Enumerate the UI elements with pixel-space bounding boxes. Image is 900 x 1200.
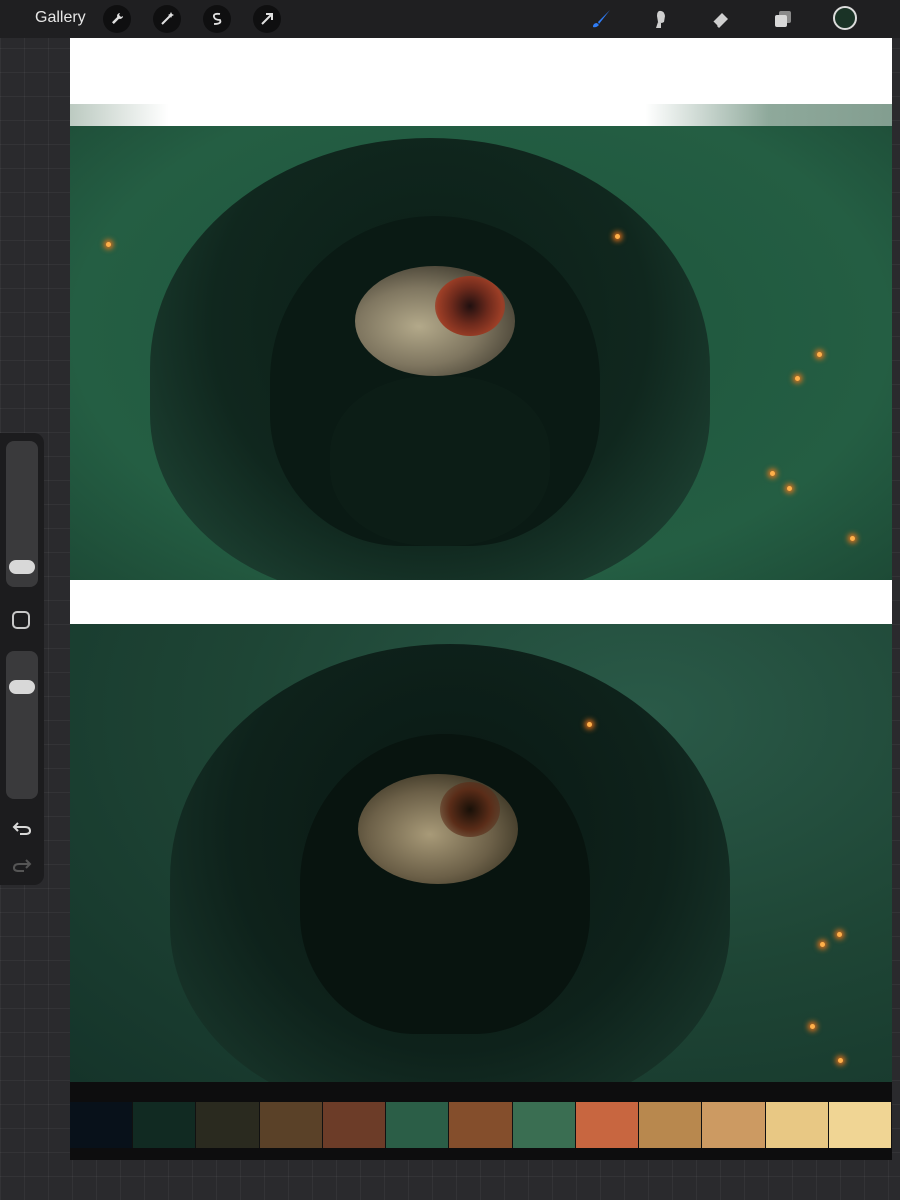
color-palette (70, 1102, 892, 1148)
palette-swatch (196, 1102, 260, 1148)
ember (787, 486, 792, 491)
smudge-icon (656, 10, 665, 28)
ember (820, 942, 825, 947)
undo-icon (12, 822, 32, 835)
ember (587, 722, 592, 727)
gallery-button[interactable]: Gallery (35, 9, 86, 27)
modify-button[interactable] (12, 611, 30, 629)
transform-arrow-icon (261, 13, 273, 25)
selection-icon (212, 12, 222, 25)
palette-swatch (259, 1102, 323, 1148)
ember (106, 242, 111, 247)
palette-swatch (449, 1102, 513, 1148)
redo-button[interactable] (10, 853, 34, 877)
brush-size-slider[interactable] (6, 441, 38, 587)
layers-icon (775, 11, 791, 27)
palette-swatch (70, 1102, 134, 1148)
brush-button[interactable] (587, 5, 615, 33)
hooded-figure-photo (70, 624, 892, 1082)
ember (615, 234, 620, 239)
brush-size-thumb[interactable] (9, 560, 35, 574)
sidebar (0, 433, 44, 885)
color-picker-button[interactable] (833, 6, 857, 30)
palette-swatch (322, 1102, 387, 1148)
smudge-button[interactable] (647, 5, 675, 33)
ember (837, 932, 842, 937)
palette-swatch (828, 1102, 892, 1148)
palette-swatch (386, 1102, 450, 1148)
magic-wand-icon (161, 12, 174, 25)
layers-button[interactable] (769, 5, 797, 33)
ember (850, 536, 855, 541)
drawing-canvas[interactable] (70, 38, 892, 1160)
ember (810, 1024, 815, 1029)
ember (817, 352, 822, 357)
undo-button[interactable] (10, 816, 34, 840)
canvas-blank-area-middle (70, 580, 892, 624)
eraser-icon (712, 13, 728, 28)
transform-button[interactable] (253, 5, 281, 33)
opacity-slider[interactable] (6, 651, 38, 799)
ember (838, 1058, 843, 1063)
opacity-thumb[interactable] (9, 680, 35, 694)
hooded-figure-painting (70, 126, 892, 580)
actions-button[interactable] (103, 5, 131, 33)
palette-swatch (639, 1102, 703, 1148)
ember (770, 471, 775, 476)
adjustments-button[interactable] (153, 5, 181, 33)
brush-icon (593, 10, 610, 28)
palette-swatch (702, 1102, 766, 1148)
canvas-blank-area-top (70, 38, 892, 126)
eraser-button[interactable] (707, 5, 735, 33)
palette-swatch (133, 1102, 197, 1148)
wrench-icon (112, 13, 123, 24)
palette-swatch (512, 1102, 576, 1148)
selection-button[interactable] (203, 5, 231, 33)
palette-swatch (575, 1102, 640, 1148)
ember (795, 376, 800, 381)
redo-icon (12, 859, 32, 872)
palette-swatch (765, 1102, 829, 1148)
top-toolbar: Gallery (0, 0, 900, 38)
